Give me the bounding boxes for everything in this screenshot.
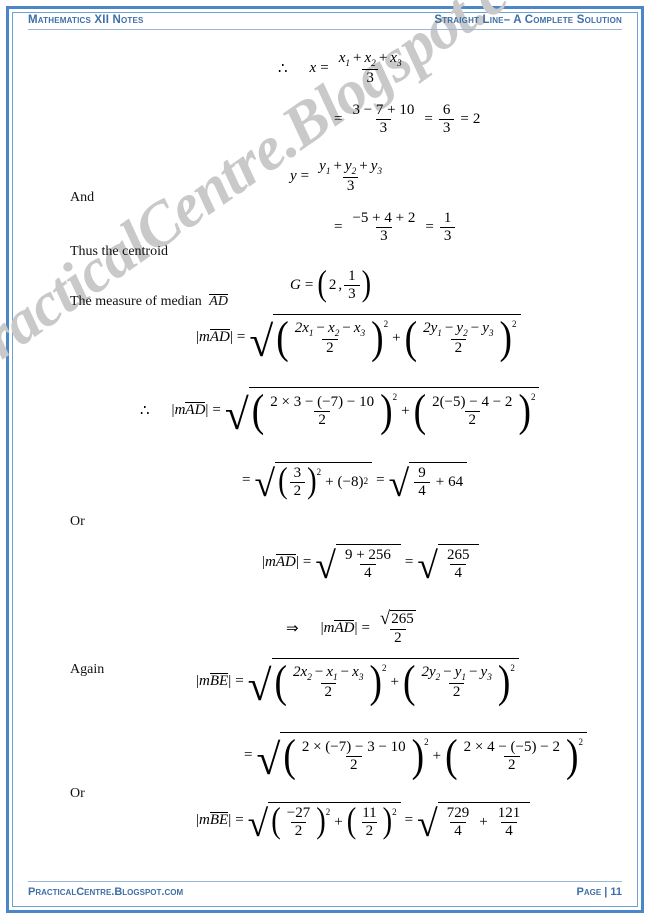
therefore-symbol: ∴ [278,61,288,78]
equation-x-value: = 3 − 7 + 10 3 = 6 3 = 2 [334,102,481,137]
paren-open: ( [317,265,327,305]
equals-sign: = [320,60,329,77]
radical-ad-simplified: √ ( 3 2 ) 2 + (−8) 2 [254,462,373,503]
equation-ad-simplified: = √ ( 3 2 ) 2 + (−8) 2 = √ 9 4 + 64 [238,462,468,503]
ad-magnitude-lhs-3: |mAD| [262,554,299,571]
footer-page-number: Page | 11 [576,886,623,898]
radical-be-general: √ ( 2x2− x1− x3 2 ) 2 + (2y2 − y1 − y3 … [248,658,519,708]
segment-ad-label: AD [209,294,228,309]
equation-y-value: = −5 + 4 + 2 3 = 1 3 [330,210,457,245]
label-thus-centroid: Thus the centroid [70,244,168,259]
header-left-title: Mathematics XII Notes [28,14,144,26]
therefore-symbol-2: ∴ [140,402,150,419]
fraction-one-third: 1 3 [439,210,456,245]
page-header: Mathematics XII Notes Straight Line– A C… [28,14,622,40]
radical-ad-combined: √ 9 + 256 4 [315,544,401,585]
radical-ad-ninefourths: √ 9 4 + 64 [389,462,468,503]
label-and: And [70,190,95,205]
fraction-y-numeric: −5 + 4 + 2 3 [352,210,416,244]
implies-symbol: ⇒ [286,620,299,637]
fraction-y: y1 + y2 + y3 3 [319,158,383,195]
x-formula-denominator: 3 [362,69,378,87]
fraction-centroid-y: 1 3 [344,268,360,303]
radical-be-result: √ 729 4 + 121 4 [417,802,531,843]
label-measure-median-ad: The measure of median AD [70,294,228,309]
equation-be-final: |mBE| = √ ( −27 2 ) 2 + (11 2) 2 = √ 7… [196,802,531,843]
be-magnitude-lhs-2: |mBE| [196,812,232,829]
label-again: Again [70,662,105,677]
label-or-1: Or [70,514,85,529]
fraction-x-numeric: 3 − 7 + 10 3 [352,102,415,136]
x-result: 2 [472,110,481,127]
label-or-2: Or [70,786,85,801]
be-magnitude-lhs: |mBE| [196,672,232,689]
equation-ad-substituted: ∴ |mAD| = √ ( 2 × 3 − (−7) − 10 2 ) 2 + … [140,387,540,437]
equation-centroid: G = ( 2 , 1 3 ) [290,265,372,305]
header-right-title: Straight Line– A Complete Solution [434,14,622,26]
x-variable: x [309,60,317,77]
equation-y-formula: y = y1 + y2 + y3 3 [290,158,388,195]
paren-close: ) [361,265,372,305]
y-variable: y [290,168,297,185]
centroid-x: 2 [328,276,337,293]
radical-be-final: √ ( −27 2 ) 2 + ( 11 2) 2 [248,802,401,843]
equation-ad-combined: |mAD| = √ 9 + 256 4 = √ 265 4 [262,544,480,585]
page-footer: PracticalCentre.Blogspot.com Page | 11 [28,881,622,905]
radical-ad-substituted: √ ( 2 × 3 − (−7) − 10 2 ) 2 + (2(−5) − … [225,387,540,437]
ad-magnitude-lhs-4: |mAD| [320,619,358,636]
equation-ad-final: ⇒ |mAD| = √ 265 2 [286,608,422,647]
fraction-six-thirds: 6 3 [438,102,455,137]
ad-second-term: (−8) [337,473,364,490]
equation-be-substituted: = √ ( 2 × (−7) − 3 − 10 2 ) 2 + (2 × 4 … [240,732,587,782]
page-content: ∴ x = x1 + x2 + x3 3 = 3 − 7 + 10 3 = 6 3 [0,44,650,875]
ad-magnitude-lhs: |mAD| [196,328,233,345]
radical-ad-265-4: √ 265 4 [417,544,480,585]
fraction-x: x1 + x2 + x3 3 [338,50,402,87]
radical-be-substituted: √ ( 2 × (−7) − 3 − 10 2 ) 2 + (2 × 4 − … [256,732,587,782]
fraction-ad-final: √ 265 2 [379,608,416,646]
radical-ad-general: √ ( 2x1− x2− x3 2 ) 2 + (2y1 − y2 − y3 … [249,314,521,364]
equation-be-general: |mBE| = √ ( 2x2− x1− x3 2 ) 2 + (2y2 − … [196,658,519,708]
equation-ad-general: |mAD| = √ ( 2x1− x2− x3 2 ) 2 + (2y1 − … [196,314,521,364]
footer-site-url: PracticalCentre.Blogspot.com [28,886,184,898]
equation-x-formula: ∴ x = x1 + x2 + x3 3 [278,50,408,87]
centroid-symbol: G [290,276,301,293]
ad-magnitude-lhs-2: |mAD| [171,401,209,418]
